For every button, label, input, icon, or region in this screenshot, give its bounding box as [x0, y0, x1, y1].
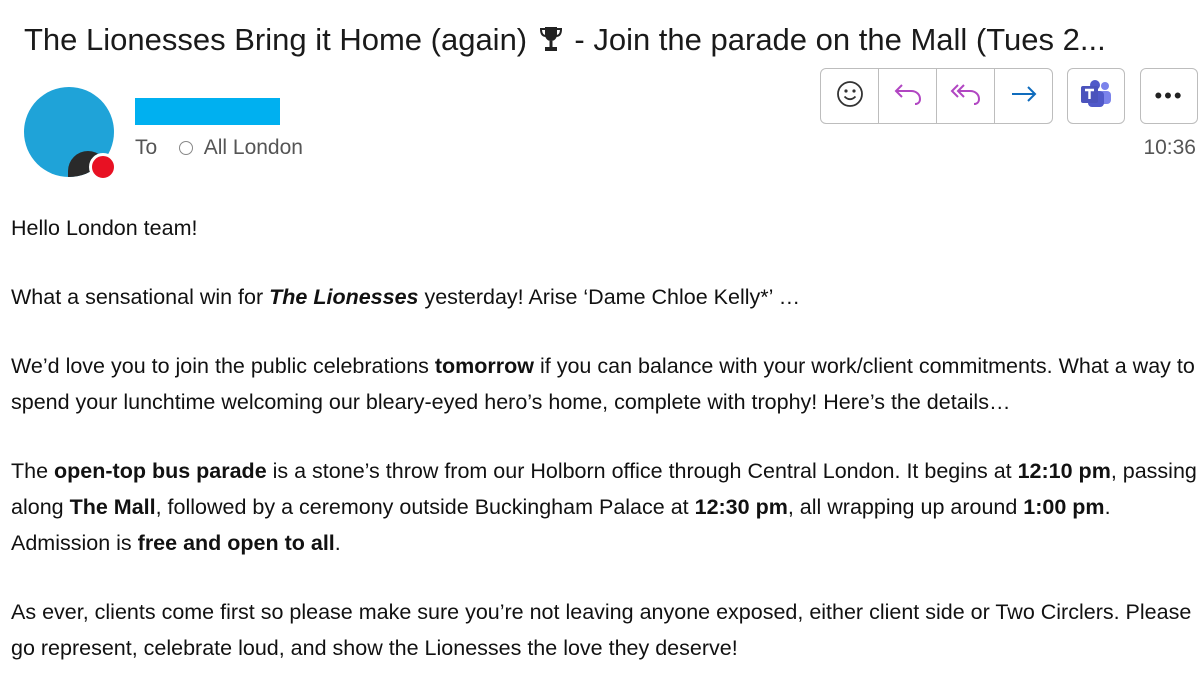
teams-share-button[interactable]: [1067, 68, 1125, 124]
body-paragraph-1: What a sensational win for The Lionesses…: [11, 285, 801, 309]
recipient-status-icon: [179, 141, 194, 155]
body-paragraph-3: The open-top bus parade is a stone’s thr…: [11, 459, 1197, 555]
sender-name-redacted[interactable]: [135, 98, 280, 125]
body-paragraph-4: As ever, clients come first so please ma…: [11, 600, 1192, 660]
forward-button[interactable]: [995, 69, 1052, 123]
forward-icon: [1009, 82, 1039, 111]
presence-busy-icon: [89, 153, 117, 181]
emoji-icon: [836, 80, 864, 113]
body-greeting: Hello London team!: [11, 216, 198, 240]
reply-all-icon: [950, 81, 982, 112]
message-actions-toolbar: [820, 68, 1053, 124]
more-actions-button[interactable]: •••: [1140, 68, 1198, 124]
subject-text-start: The Lionesses Bring it Home (again): [24, 22, 528, 57]
reply-icon: [893, 81, 923, 112]
recipient-line: To All London: [135, 136, 303, 160]
to-label: To: [135, 136, 158, 159]
email-subject: The Lionesses Bring it Home (again) - Jo…: [24, 20, 1200, 63]
reply-all-button[interactable]: [937, 69, 995, 123]
reply-button[interactable]: [879, 69, 937, 123]
recipient-all-london[interactable]: All London: [204, 136, 303, 159]
teams-icon: [1079, 79, 1113, 114]
react-button[interactable]: [821, 69, 879, 123]
trophy-icon: [539, 23, 562, 63]
received-time: 10:36: [1143, 136, 1196, 159]
subject-text-end: - Join the parade on the Mall (Tues 2...: [574, 22, 1106, 57]
body-paragraph-2: We’d love you to join the public celebra…: [11, 354, 1195, 414]
email-body: Hello London team! What a sensational wi…: [11, 210, 1197, 699]
